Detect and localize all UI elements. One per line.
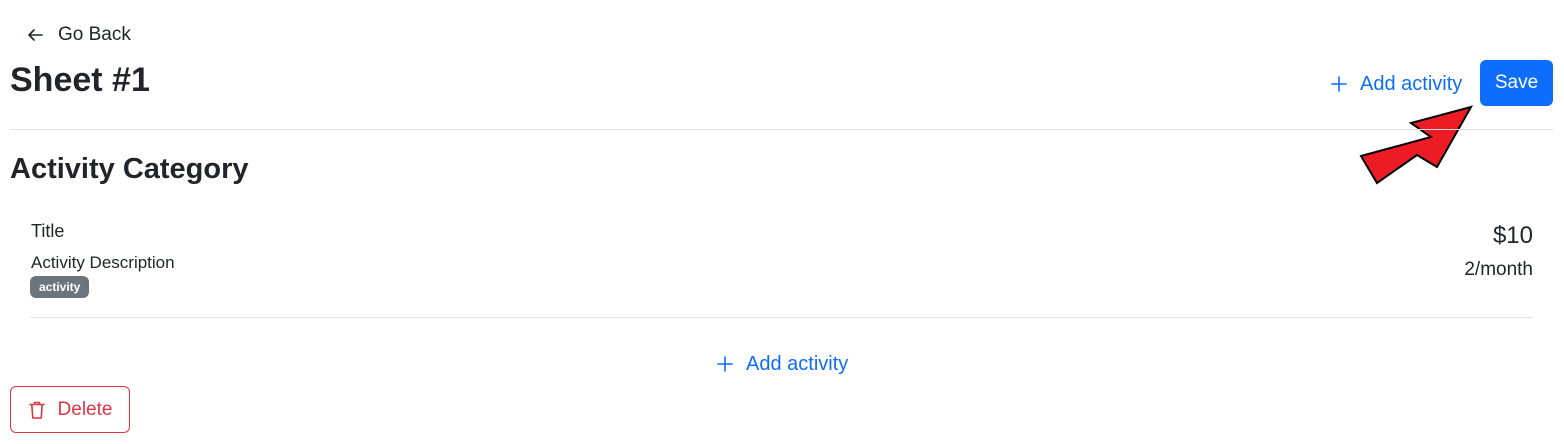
activity-divider bbox=[30, 317, 1533, 318]
delete-label: Delete bbox=[57, 398, 113, 420]
activity-item[interactable]: Title Activity Description activity $10 … bbox=[30, 216, 1533, 319]
header-add-activity-label: Add activity bbox=[1360, 72, 1463, 95]
page-title: Sheet #1 bbox=[10, 61, 150, 99]
category-title: Activity Category bbox=[10, 153, 249, 185]
activity-title: Title bbox=[31, 221, 65, 241]
arrow-left-icon bbox=[26, 26, 44, 44]
activity-badge: activity bbox=[30, 276, 90, 298]
annotation-arrow bbox=[1359, 105, 1474, 185]
header-add-activity-button[interactable]: Add activity bbox=[1330, 70, 1462, 98]
save-button[interactable]: Save bbox=[1480, 60, 1553, 106]
add-activity-label: Add activity bbox=[746, 352, 849, 375]
plus-icon bbox=[716, 355, 734, 373]
header-divider bbox=[10, 129, 1553, 130]
page: Go Back Sheet #1 Add activity Save Activ… bbox=[0, 0, 1564, 444]
plus-icon bbox=[1330, 75, 1348, 93]
add-activity-button[interactable]: Add activity bbox=[716, 350, 848, 378]
go-back-label: Go Back bbox=[58, 24, 131, 45]
activity-description: Activity Description bbox=[31, 253, 175, 272]
activity-frequency: 2/month bbox=[1464, 259, 1533, 280]
go-back-link[interactable]: Go Back bbox=[26, 22, 131, 48]
activity-price: $10 bbox=[1492, 222, 1533, 249]
delete-button[interactable]: Delete bbox=[10, 386, 130, 433]
trash-icon bbox=[28, 400, 46, 420]
